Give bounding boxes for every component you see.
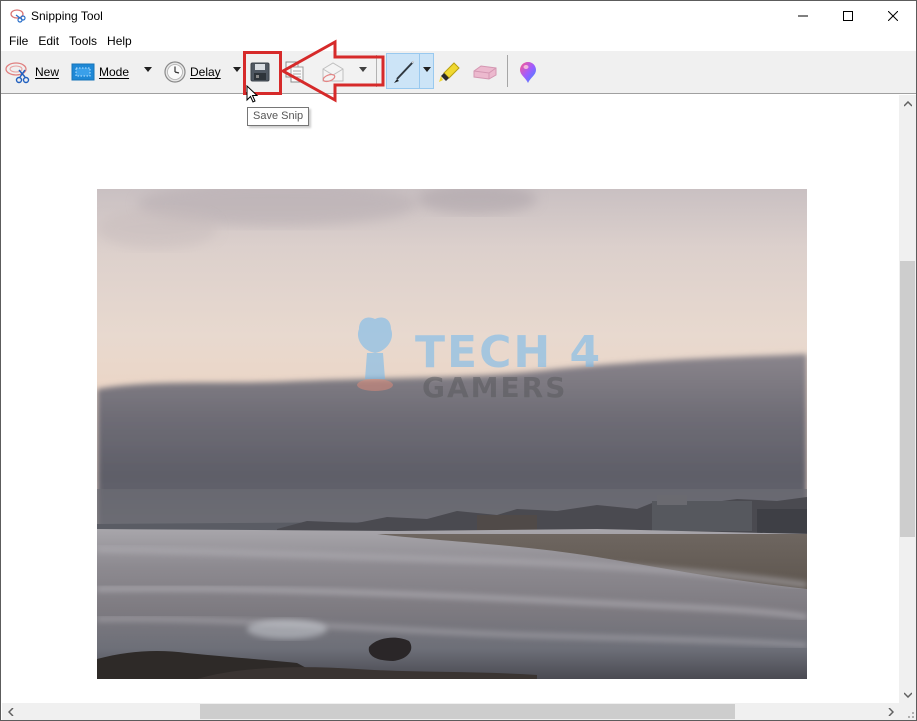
minimize-button[interactable]	[780, 1, 826, 31]
toolbar-separator-2	[507, 55, 508, 87]
highlighter-button[interactable]	[438, 57, 462, 87]
svg-text:GAMERS: GAMERS	[422, 371, 567, 404]
paint-3d-button[interactable]	[517, 57, 539, 87]
scroll-left-button[interactable]	[2, 703, 19, 720]
highlighter-icon	[439, 62, 460, 82]
floppy-disk-icon	[250, 62, 270, 82]
menu-tools[interactable]: Tools	[64, 31, 102, 51]
clock-icon	[164, 61, 186, 83]
new-label: New	[35, 65, 60, 79]
save-snip-button[interactable]	[248, 57, 272, 87]
chevron-down-icon	[903, 691, 912, 698]
menu-help[interactable]: Help	[102, 31, 137, 51]
mode-button[interactable]: Mode	[71, 57, 129, 87]
chevron-up-icon	[903, 100, 912, 107]
captured-snip-image: TECH 4 GAMERS	[97, 189, 807, 679]
maximize-button[interactable]	[825, 1, 871, 31]
menu-file[interactable]: File	[4, 31, 33, 51]
horizontal-scroll-thumb[interactable]	[200, 704, 736, 719]
mode-dropdown-arrow[interactable]	[144, 67, 152, 72]
eraser-button[interactable]	[472, 57, 498, 87]
delay-button[interactable]: Delay	[164, 57, 221, 87]
chevron-right-icon	[887, 707, 894, 716]
pen-icon	[394, 60, 415, 83]
mouse-cursor-icon	[246, 85, 259, 103]
maximize-icon	[843, 11, 853, 21]
close-icon	[888, 11, 898, 21]
delay-dropdown-arrow[interactable]	[233, 67, 241, 72]
snipping-tool-window: Snipping Tool File Edit Tools Help New M…	[0, 0, 917, 721]
menu-edit[interactable]: Edit	[33, 31, 64, 51]
eraser-icon	[473, 65, 497, 80]
rectangle-snip-icon	[71, 63, 95, 81]
horizontal-scrollbar[interactable]	[2, 703, 899, 720]
resize-grip[interactable]	[899, 703, 916, 720]
new-snip-button[interactable]: New	[5, 57, 59, 87]
paint-3d-icon	[520, 62, 536, 83]
annotation-arrow-left-icon	[279, 39, 385, 103]
scroll-down-button[interactable]	[899, 686, 916, 703]
scroll-right-button[interactable]	[882, 703, 899, 720]
snipping-tool-app-icon	[10, 9, 26, 23]
scroll-up-button[interactable]	[899, 95, 916, 112]
title-bar: Snipping Tool	[1, 1, 916, 31]
scissors-icon	[5, 62, 30, 84]
snip-canvas[interactable]: TECH 4 GAMERS	[2, 95, 899, 703]
delay-label: Delay	[190, 65, 221, 79]
chevron-left-icon	[7, 707, 14, 716]
pen-split-divider	[419, 54, 420, 88]
vertical-scroll-thumb[interactable]	[900, 261, 915, 537]
vertical-scrollbar[interactable]	[899, 95, 916, 703]
resize-grip-icon	[908, 712, 914, 718]
window-title: Snipping Tool	[31, 9, 103, 23]
mode-label: Mode	[99, 65, 130, 79]
save-snip-tooltip: Save Snip	[247, 107, 310, 126]
menu-bar: File Edit Tools Help	[1, 31, 916, 51]
minimize-icon	[798, 15, 808, 17]
close-button[interactable]	[870, 1, 916, 31]
pen-dropdown-arrow[interactable]	[423, 67, 431, 72]
